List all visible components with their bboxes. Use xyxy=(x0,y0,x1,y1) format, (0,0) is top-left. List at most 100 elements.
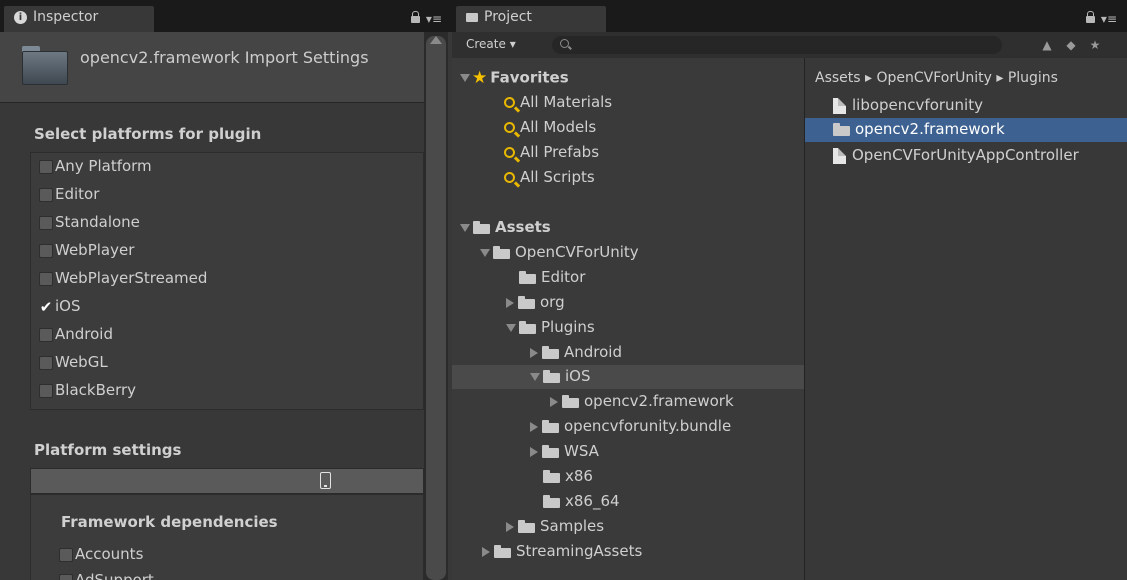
lock-icon[interactable] xyxy=(1085,11,1095,23)
tree-item-label: All Scripts xyxy=(520,168,595,186)
file-icon xyxy=(833,97,846,114)
tree-item-wsa[interactable]: WSA xyxy=(452,440,804,464)
file-item-opencvforunityappcontroller[interactable]: OpenCVForUnityAppController xyxy=(805,144,1127,168)
platform-checkbox-standalone[interactable]: Standalone xyxy=(39,213,140,237)
checkbox-icon[interactable] xyxy=(39,383,53,398)
menu-icon[interactable]: ▾≡ xyxy=(426,12,442,26)
breadcrumb[interactable]: Assets ▸ OpenCVForUnity ▸ Plugins xyxy=(815,70,1058,86)
inspector-scrollbar[interactable] xyxy=(424,32,448,580)
filter-by-label-icon[interactable]: ◆ xyxy=(1059,36,1083,54)
lock-icon[interactable] xyxy=(410,11,420,23)
tree-item-android[interactable]: Android xyxy=(452,341,804,365)
folder-icon xyxy=(562,395,579,408)
checkbox-label: WebGL xyxy=(55,353,108,371)
expand-arrow-icon[interactable] xyxy=(506,323,516,332)
ios-device-icon[interactable] xyxy=(320,472,331,489)
expand-arrow-icon[interactable] xyxy=(460,74,470,82)
checkbox-label: BlackBerry xyxy=(55,381,137,399)
scroll-up-arrow-icon[interactable] xyxy=(430,36,442,44)
tree-item-plugins[interactable]: Plugins xyxy=(452,316,804,340)
inspector-tab[interactable]: i Inspector xyxy=(3,5,155,32)
checkbox-icon[interactable] xyxy=(39,159,53,174)
create-dropdown-button[interactable]: Create ▾ xyxy=(466,37,516,51)
file-item-label: libopencvforunity xyxy=(852,96,983,114)
platform-checkbox-ios[interactable]: ✔ iOS xyxy=(39,297,81,321)
tree-item-opencv2-framework[interactable]: opencv2.framework xyxy=(452,390,804,414)
checkbox-icon[interactable] xyxy=(39,355,53,370)
collapse-arrow-icon[interactable] xyxy=(530,347,538,358)
collapse-arrow-icon[interactable] xyxy=(530,446,538,457)
checkbox-icon[interactable] xyxy=(39,215,53,230)
tree-item-x86-64[interactable]: x86_64 xyxy=(452,490,804,514)
folder-icon xyxy=(543,470,560,483)
tree-item-streamingassets[interactable]: StreamingAssets xyxy=(452,540,804,564)
folder-icon xyxy=(518,520,535,533)
collapse-arrow-icon[interactable] xyxy=(530,421,538,432)
checkbox-icon[interactable] xyxy=(39,187,53,202)
tree-item-all-scripts[interactable]: All Scripts xyxy=(452,166,804,190)
platform-checkbox-webplayerstreamed[interactable]: WebPlayerStreamed xyxy=(39,269,207,293)
checkbox-icon[interactable] xyxy=(39,327,53,342)
expand-arrow-icon[interactable] xyxy=(480,248,490,257)
menu-icon[interactable]: ▾≡ xyxy=(1101,12,1117,26)
platform-checkbox-webgl[interactable]: WebGL xyxy=(39,353,108,377)
folder-icon xyxy=(518,296,535,309)
folder-icon xyxy=(494,545,511,558)
file-item-libopencvforunity[interactable]: libopencvforunity xyxy=(805,94,1127,118)
tree-item-label: x86 xyxy=(565,467,593,485)
platform-checkbox-blackberry[interactable]: BlackBerry xyxy=(39,381,136,405)
tree-item-label: Samples xyxy=(540,517,605,535)
checkbox-icon[interactable] xyxy=(39,271,53,286)
tree-item-x86[interactable]: x86 xyxy=(452,465,804,489)
checkbox-label: iOS xyxy=(55,297,81,315)
favorites-star-icon[interactable]: ★ xyxy=(1083,36,1107,54)
platform-checkbox-android[interactable]: Android xyxy=(39,325,113,349)
tree-item-ios[interactable]: iOS xyxy=(452,365,804,389)
checkbox-icon[interactable] xyxy=(59,573,73,580)
tree-item-all-prefabs[interactable]: All Prefabs xyxy=(452,141,804,165)
platform-list: Any Platform Editor Standalone WebPlayer… xyxy=(30,152,424,410)
tree-item-label: Assets xyxy=(495,218,551,236)
checkbox-label: WebPlayerStreamed xyxy=(55,269,208,287)
filter-by-type-icon[interactable]: ▲ xyxy=(1035,36,1059,54)
tree-item-opencvforunity[interactable]: OpenCVForUnity xyxy=(452,241,804,265)
tree-item-assets[interactable]: Assets xyxy=(452,216,804,240)
checkbox-icon[interactable] xyxy=(59,547,73,562)
collapse-arrow-icon[interactable] xyxy=(550,396,558,407)
saved-search-icon xyxy=(504,122,515,133)
tree-item-org[interactable]: org xyxy=(452,291,804,315)
tree-item-label: Favorites xyxy=(490,68,569,87)
platform-checkbox-editor[interactable]: Editor xyxy=(39,185,99,209)
tree-item-opencvforunity-bundle[interactable]: opencvforunity.bundle xyxy=(452,415,804,439)
checkbox-icon[interactable] xyxy=(39,243,53,258)
tree-item-all-materials[interactable]: All Materials xyxy=(452,91,804,115)
tree-item-label: StreamingAssets xyxy=(516,542,643,560)
expand-arrow-icon[interactable] xyxy=(460,223,470,232)
checkbox-label: Standalone xyxy=(55,213,140,231)
tree-item-label: x86_64 xyxy=(565,492,620,510)
collapse-arrow-icon[interactable] xyxy=(506,521,514,532)
search-input[interactable] xyxy=(552,36,1002,54)
platform-checkbox-webplayer[interactable]: WebPlayer xyxy=(39,241,134,265)
file-item-opencv2-framework[interactable]: opencv2.framework xyxy=(805,118,1127,142)
expand-arrow-icon[interactable] xyxy=(530,372,540,381)
folder-icon xyxy=(473,221,490,234)
tree-item-samples[interactable]: Samples xyxy=(452,515,804,539)
tree-item-label: All Models xyxy=(520,118,597,136)
folder-icon xyxy=(519,271,536,284)
collapse-arrow-icon[interactable] xyxy=(506,297,514,308)
dependency-checkbox-adsupport[interactable]: AdSupport xyxy=(59,571,154,580)
saved-search-icon xyxy=(504,172,515,183)
inspector-tab-controls: ▾≡ xyxy=(410,11,442,26)
dependency-checkbox-accounts[interactable]: Accounts xyxy=(59,545,143,569)
collapse-arrow-icon[interactable] xyxy=(482,546,490,557)
tree-item-editor[interactable]: Editor xyxy=(452,266,804,290)
tree-item-favorites[interactable]: ★ Favorites xyxy=(452,66,804,90)
platform-checkbox-any-platform[interactable]: Any Platform xyxy=(39,157,152,181)
project-tab[interactable]: Project xyxy=(455,5,607,32)
select-platforms-heading: Select platforms for plugin xyxy=(34,125,262,143)
tree-item-all-models[interactable]: All Models xyxy=(452,116,804,140)
framework-dependencies-box: Framework dependencies Accounts AdSuppor… xyxy=(30,494,424,580)
checkmark-icon[interactable]: ✔ xyxy=(39,299,53,314)
scrollbar-thumb[interactable] xyxy=(426,36,446,580)
